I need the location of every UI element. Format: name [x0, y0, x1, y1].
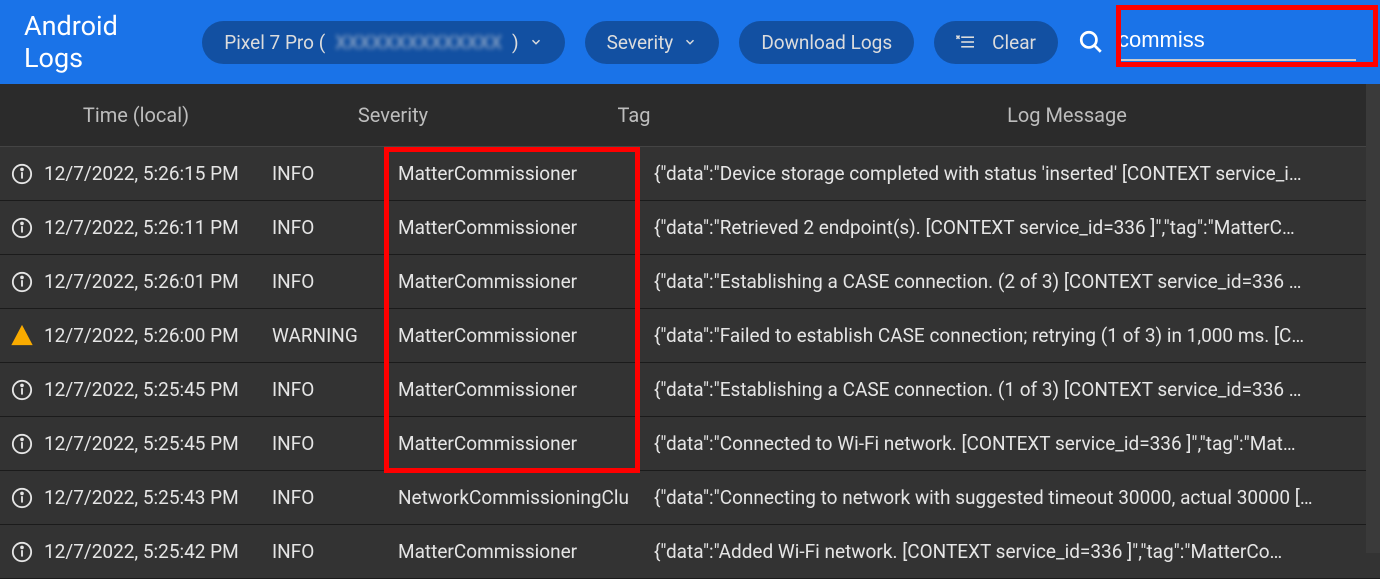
search-icon[interactable]	[1078, 29, 1104, 55]
table-row[interactable]: 12/7/2022, 5:26:01 PMINFOMatterCommissio…	[0, 255, 1380, 309]
cell-time: 12/7/2022, 5:26:11 PM	[44, 216, 272, 239]
cell-time: 12/7/2022, 5:25:42 PM	[44, 540, 272, 563]
cell-time: 12/7/2022, 5:25:43 PM	[44, 486, 272, 509]
cell-message: {"data":"Added Wi-Fi network. [CONTEXT s…	[654, 540, 1380, 563]
device-prefix: Pixel 7 Pro (	[224, 31, 325, 54]
table-row[interactable]: 12/7/2022, 5:25:45 PMINFOMatterCommissio…	[0, 363, 1380, 417]
table-header-row: Time (local) Severity Tag Log Message	[0, 84, 1380, 147]
info-icon	[0, 217, 44, 239]
cell-time: 12/7/2022, 5:26:01 PM	[44, 270, 272, 293]
cell-message: {"data":"Connected to Wi-Fi network. [CO…	[654, 432, 1380, 455]
info-icon	[0, 163, 44, 185]
cell-severity: INFO	[272, 216, 398, 239]
cell-tag: MatterCommissioner	[398, 324, 654, 347]
table-row[interactable]: 12/7/2022, 5:25:45 PMINFOMatterCommissio…	[0, 417, 1380, 471]
clear-label: Clear	[992, 31, 1036, 54]
cell-severity: INFO	[272, 432, 398, 455]
cell-message: {"data":"Establishing a CASE connection.…	[654, 378, 1380, 401]
cell-tag: MatterCommissioner	[398, 270, 654, 293]
clear-button[interactable]: Clear	[934, 21, 1058, 64]
info-icon	[0, 379, 44, 401]
cell-severity: INFO	[272, 270, 398, 293]
cell-time: 12/7/2022, 5:26:00 PM	[44, 324, 272, 347]
page-title: Android Logs	[24, 10, 172, 74]
search-input[interactable]	[1116, 23, 1356, 61]
severity-filter[interactable]: Severity	[585, 21, 720, 64]
header-bar: Android Logs Pixel 7 Pro ( XXXXXXXXXXXXXX…	[0, 0, 1380, 84]
log-table: Time (local) Severity Tag Log Message 12…	[0, 84, 1380, 579]
cell-tag: MatterCommissioner	[398, 432, 654, 455]
cell-tag: MatterCommissioner	[398, 378, 654, 401]
cell-time: 12/7/2022, 5:25:45 PM	[44, 378, 272, 401]
severity-label: Severity	[607, 31, 674, 54]
info-icon	[0, 433, 44, 455]
info-icon	[0, 541, 44, 563]
header-tag[interactable]: Tag	[514, 103, 754, 127]
cell-message: {"data":"Failed to establish CASE connec…	[654, 324, 1380, 347]
device-selector[interactable]: Pixel 7 Pro ( XXXXXXXXXXXXXX)	[202, 21, 564, 64]
download-logs-button[interactable]: Download Logs	[739, 21, 914, 64]
search-container	[1078, 23, 1356, 61]
cell-message: {"data":"Connecting to network with sugg…	[654, 486, 1380, 509]
header-time[interactable]: Time (local)	[0, 103, 272, 127]
download-label: Download Logs	[761, 31, 892, 54]
cell-message: {"data":"Device storage completed with s…	[654, 162, 1380, 185]
table-row[interactable]: 12/7/2022, 5:25:43 PMINFONetworkCommissi…	[0, 471, 1380, 525]
table-row[interactable]: 12/7/2022, 5:26:00 PMWARNINGMatterCommis…	[0, 309, 1380, 363]
device-masked: XXXXXXXXXXXXXX	[335, 31, 502, 54]
chevron-down-icon	[683, 35, 697, 49]
cell-message: {"data":"Establishing a CASE connection.…	[654, 270, 1380, 293]
info-icon	[0, 487, 44, 509]
cell-severity: WARNING	[272, 324, 398, 347]
device-suffix: )	[512, 31, 519, 54]
cell-severity: INFO	[272, 540, 398, 563]
cell-severity: INFO	[272, 486, 398, 509]
cell-tag: MatterCommissioner	[398, 216, 654, 239]
info-icon	[0, 271, 44, 293]
clear-list-icon	[956, 34, 976, 50]
cell-tag: MatterCommissioner	[398, 162, 654, 185]
cell-severity: INFO	[272, 162, 398, 185]
cell-tag: MatterCommissioner	[398, 540, 654, 563]
cell-tag: NetworkCommissioningClu	[398, 486, 654, 509]
scrollbar[interactable]	[1366, 84, 1380, 553]
table-row[interactable]: 12/7/2022, 5:26:15 PMINFOMatterCommissio…	[0, 147, 1380, 201]
warning-icon	[0, 325, 44, 347]
cell-time: 12/7/2022, 5:25:45 PM	[44, 432, 272, 455]
header-message[interactable]: Log Message	[754, 103, 1380, 127]
table-row[interactable]: 12/7/2022, 5:26:11 PMINFOMatterCommissio…	[0, 201, 1380, 255]
cell-time: 12/7/2022, 5:26:15 PM	[44, 162, 272, 185]
cell-severity: INFO	[272, 378, 398, 401]
table-row[interactable]: 12/7/2022, 5:25:42 PMINFOMatterCommissio…	[0, 525, 1380, 579]
cell-message: {"data":"Retrieved 2 endpoint(s). [CONTE…	[654, 216, 1380, 239]
chevron-down-icon	[529, 35, 543, 49]
header-severity[interactable]: Severity	[272, 103, 514, 127]
